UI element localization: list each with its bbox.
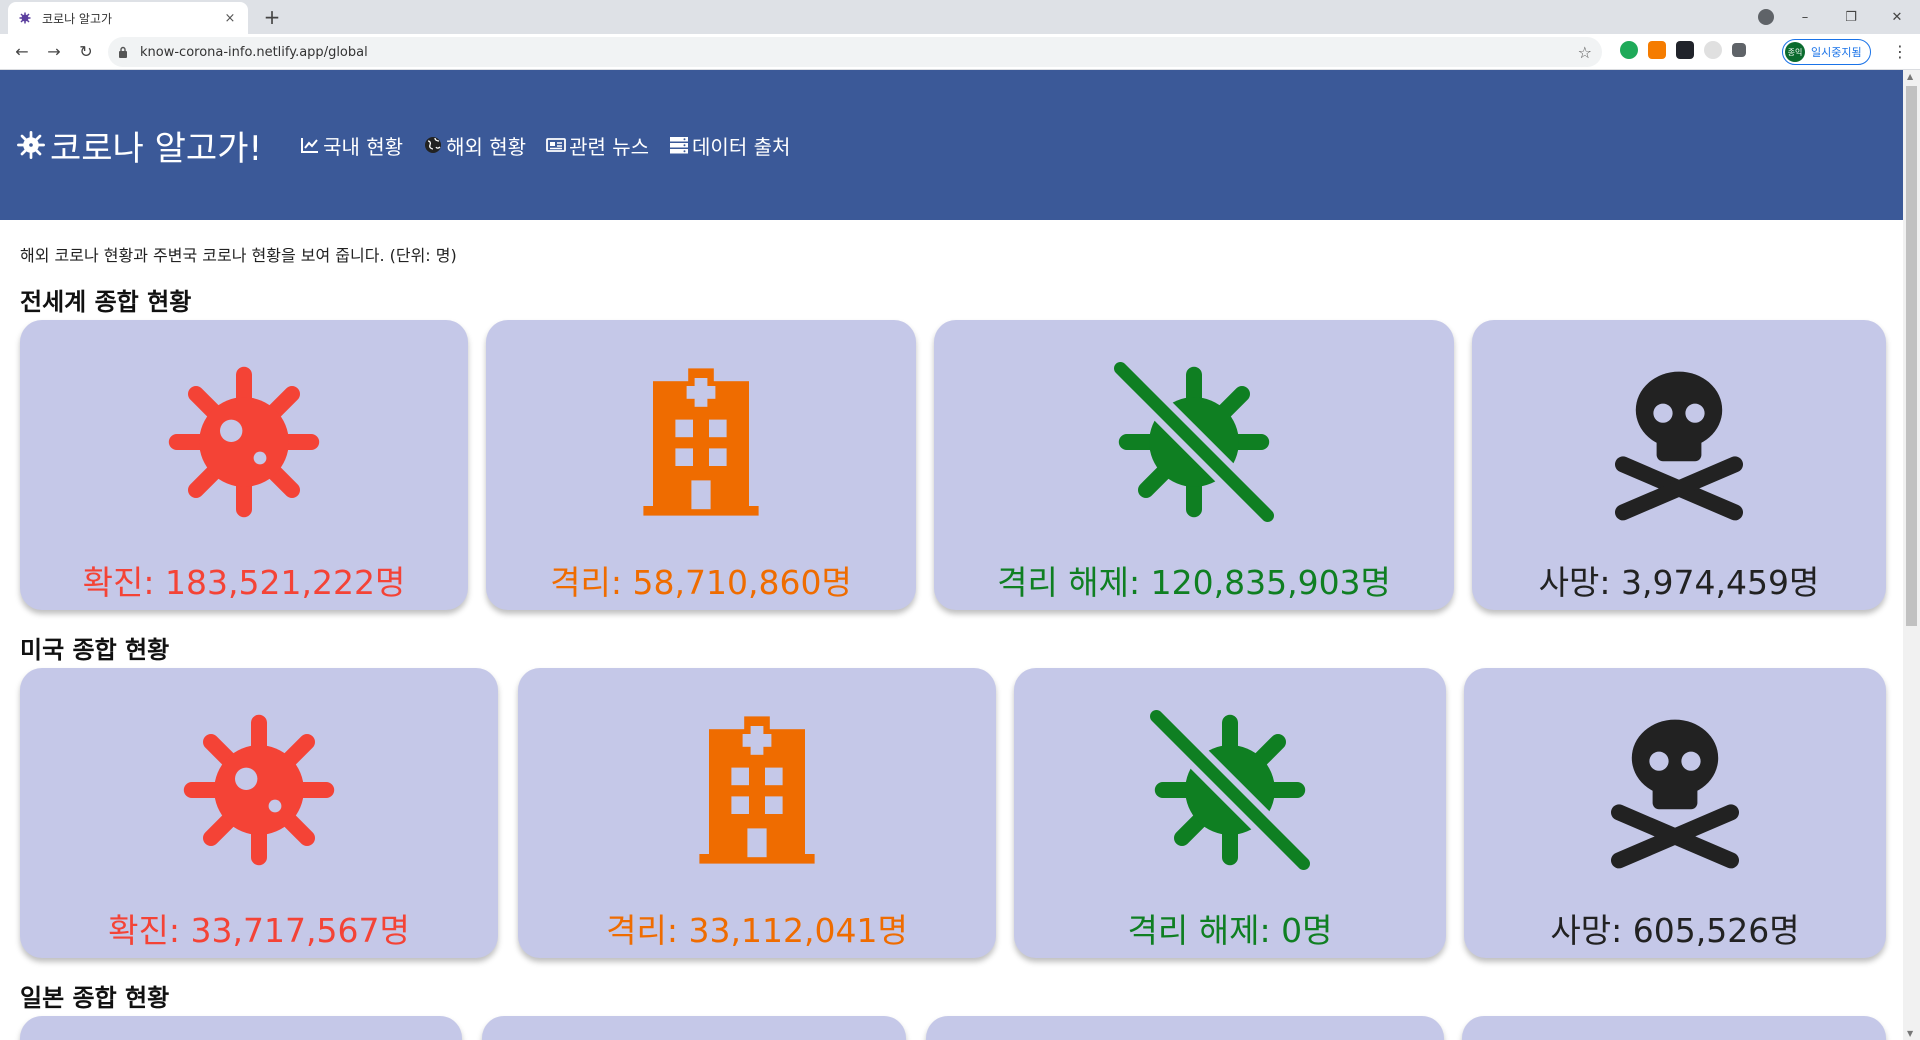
nav-sources-label: 데이터 출처 — [692, 134, 791, 159]
nav-sources[interactable]: 데이터 출처 — [669, 131, 790, 160]
card-isolated: 격리: 58,710,860명 — [486, 320, 916, 610]
reload-button[interactable]: ↻ — [70, 42, 102, 61]
scrollbar-thumb[interactable] — [1906, 86, 1917, 626]
deaths-value: 사망: 3,974,459명 — [1538, 563, 1820, 602]
tab-close-icon[interactable]: × — [222, 11, 238, 26]
globe-icon — [423, 135, 443, 155]
restore-button[interactable]: ❐ — [1828, 10, 1874, 25]
card-isolated — [482, 1016, 906, 1040]
hospital-icon — [677, 710, 837, 870]
paused-label: 일시중지됨 — [1811, 46, 1862, 59]
virus-logo-icon — [16, 130, 46, 160]
card-isolated: 격리: 33,112,041명 — [518, 668, 996, 958]
card-released — [926, 1016, 1444, 1040]
scroll-down-icon[interactable]: ▼ — [1907, 1029, 1913, 1038]
lock-icon — [118, 46, 130, 58]
hospital-icon — [621, 362, 781, 522]
avatar: 종익 — [1785, 42, 1805, 62]
forward-button[interactable]: → — [38, 42, 70, 61]
brand-title: 코로나 알고가! — [50, 128, 263, 169]
card-confirmed: 확진: 183,521,222명 — [20, 320, 468, 610]
minimize-button[interactable]: – — [1782, 10, 1828, 25]
scroll-up-icon[interactable]: ▲ — [1907, 72, 1913, 81]
virus-icon — [179, 710, 339, 870]
profile-paused-button[interactable]: 종익 일시중지됨 — [1782, 39, 1871, 65]
site-header: 코로나 알고가! 국내 현황 해외 현황 관련 뉴스 데이터 출처 — [0, 70, 1903, 220]
isolated-value: 격리: 58,710,860명 — [550, 563, 852, 602]
virus-favicon-icon — [18, 11, 32, 25]
browser-toolbar: ← → ↻ know-corona-info.netlify.app/globa… — [0, 34, 1920, 70]
extensions-area — [1620, 41, 1746, 59]
card-deaths: 사망: 3,974,459명 — [1472, 320, 1886, 610]
tab-title: 코로나 알고가 — [42, 11, 113, 26]
released-value: 격리 해제: 0명 — [1127, 911, 1333, 950]
virus-icon — [164, 362, 324, 522]
shield-extension-icon[interactable] — [1620, 41, 1638, 59]
card-confirmed — [20, 1016, 462, 1040]
confirmed-value: 확진: 33,717,567명 — [108, 911, 410, 950]
address-bar[interactable]: know-corona-info.netlify.app/global ☆ — [108, 37, 1602, 67]
tab-search-icon[interactable] — [1758, 9, 1774, 25]
section-title-japan: 일본 종합 현황 — [20, 984, 170, 1012]
nav-news[interactable]: 관련 뉴스 — [546, 131, 649, 160]
url-text: know-corona-info.netlify.app/global — [140, 44, 368, 60]
browser-tab[interactable]: 코로나 알고가 × — [8, 2, 248, 34]
chart-line-icon — [300, 135, 320, 155]
card-deaths — [1462, 1016, 1886, 1040]
deaths-value: 사망: 605,526명 — [1550, 911, 1800, 950]
skull-crossbones-icon — [1599, 362, 1759, 522]
newspaper-icon — [546, 135, 566, 155]
section-title-usa: 미국 종합 현황 — [20, 636, 170, 664]
intro-text: 해외 코로나 현황과 주변국 코로나 현황을 보여 줍니다. (단위: 명) — [20, 246, 457, 265]
virus-slash-icon — [1150, 710, 1310, 870]
nav-domestic[interactable]: 국내 현황 — [300, 131, 403, 160]
nav-global[interactable]: 해외 현황 — [423, 131, 526, 160]
bookmark-star-icon[interactable]: ☆ — [1578, 43, 1592, 62]
card-confirmed: 확진: 33,717,567명 — [20, 668, 498, 958]
section-title-global: 전세계 종합 현황 — [20, 288, 192, 316]
confirmed-value: 확진: 183,521,222명 — [82, 563, 406, 602]
close-window-button[interactable]: ✕ — [1874, 10, 1920, 25]
clock-extension-icon[interactable] — [1704, 41, 1722, 59]
new-tab-button[interactable]: + — [260, 6, 284, 28]
card-deaths: 사망: 605,526명 — [1464, 668, 1886, 958]
page-viewport: 코로나 알고가! 국내 현황 해외 현황 관련 뉴스 데이터 출처 해외 코로나… — [0, 70, 1903, 1040]
react-extension-icon[interactable] — [1676, 41, 1694, 59]
server-icon — [669, 135, 689, 155]
lock-extension-icon[interactable] — [1648, 41, 1666, 59]
nav-news-label: 관련 뉴스 — [569, 134, 650, 159]
page-scrollbar[interactable]: ▲ ▼ — [1903, 70, 1920, 1040]
brand-link[interactable]: 코로나 알고가! — [16, 121, 262, 170]
browser-menu-icon[interactable]: ⋮ — [1892, 42, 1908, 61]
isolated-value: 격리: 33,112,041명 — [606, 911, 908, 950]
virus-slash-icon — [1114, 362, 1274, 522]
window-controls: – ❐ ✕ — [1782, 0, 1920, 34]
back-button[interactable]: ← — [6, 42, 38, 61]
browser-tabbar: 코로나 알고가 × + – ❐ ✕ — [0, 0, 1920, 34]
puzzle-extensions-icon[interactable] — [1732, 43, 1746, 57]
nav-domestic-label: 국내 현황 — [323, 134, 404, 159]
nav-global-label: 해외 현황 — [446, 134, 527, 159]
card-released: 격리 해제: 0명 — [1014, 668, 1446, 958]
skull-crossbones-icon — [1595, 710, 1755, 870]
card-released: 격리 해제: 120,835,903명 — [934, 320, 1454, 610]
released-value: 격리 해제: 120,835,903명 — [997, 563, 1391, 602]
